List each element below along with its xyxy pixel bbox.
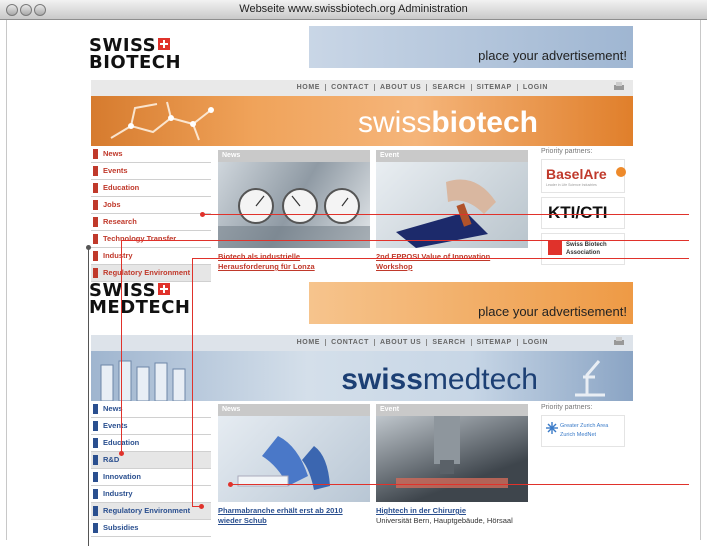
- callout-dot: [200, 212, 205, 217]
- nav-search[interactable]: SEARCH: [427, 339, 472, 346]
- news-link[interactable]: Biotech als industrielle Herausforderung…: [218, 252, 370, 272]
- hero-title: swissbiotech: [357, 106, 538, 139]
- news-panel: News Pharmabranche erhält erst ab 2010 w…: [218, 404, 370, 526]
- nav-login[interactable]: LOGIN: [518, 84, 553, 91]
- sidebar-item-research[interactable]: Research: [91, 214, 211, 231]
- nav-about-us[interactable]: ABOUT US: [375, 339, 428, 346]
- window-title: Webseite www.swissbiotech.org Administra…: [239, 3, 468, 15]
- top-nav: HOME CONTACT ABOUT US SEARCH SITEMAP LOGIN: [91, 80, 633, 96]
- nav-sitemap[interactable]: SITEMAP: [472, 339, 518, 346]
- sidebar-item-news[interactable]: News: [91, 401, 211, 418]
- callout-line-regulatory-vertical: [192, 258, 193, 284]
- callout-line-regulatory: [192, 258, 689, 259]
- callout-line-industry-vertical: [121, 240, 122, 453]
- gza-star-icon: [546, 422, 558, 434]
- nav-about-us[interactable]: ABOUT US: [375, 84, 428, 91]
- sidebar-item-industry[interactable]: Industry: [91, 486, 211, 503]
- test-tubes-graphic: [100, 360, 186, 401]
- callout-dot: [86, 245, 91, 250]
- priority-partners: Priority partners: Greater Zurich Area Zu…: [541, 404, 625, 451]
- partners-heading: Priority partners:: [541, 148, 593, 155]
- swissmedtech-logo[interactable]: SWISS MEDTECH: [89, 282, 191, 318]
- panel-header: Event: [376, 150, 528, 162]
- callout-line-research: [203, 214, 689, 215]
- partner-sba-logo[interactable]: Swiss Biotech Association: [541, 233, 625, 265]
- swissbiotech-hero-banner: swissbiotech: [91, 96, 633, 146]
- callout-line-regulatory-lower: [192, 284, 193, 506]
- priority-partners: Priority partners: BaselAre Leader in Li…: [541, 148, 626, 269]
- partner-kti-logo[interactable]: KTI/CTI: [541, 197, 625, 229]
- sidebar-item-education[interactable]: Education: [91, 180, 211, 197]
- gauges-image[interactable]: [218, 162, 370, 248]
- logo-bottom-text: MEDTECH: [89, 297, 191, 318]
- panel-header: News: [218, 150, 370, 162]
- sidebar-item-news[interactable]: News: [91, 146, 211, 163]
- event-link[interactable]: Hightech in der Chirurgie: [376, 506, 528, 516]
- nav-search[interactable]: SEARCH: [427, 84, 472, 91]
- swiss-cross-icon: [158, 38, 171, 50]
- nav-contact[interactable]: CONTACT: [326, 339, 375, 346]
- partner-baselarea-logo[interactable]: BaselAre Leader in Life Science Industri…: [541, 159, 626, 193]
- panel-header: News: [218, 404, 370, 416]
- news-link[interactable]: Pharmabranche erhält erst ab 2010 wieder…: [218, 506, 370, 526]
- sba-cross-icon: [548, 241, 562, 255]
- sidebar-item-jobs[interactable]: Jobs: [91, 197, 211, 214]
- advertisement-banner[interactable]: place your advertisement!: [309, 26, 633, 68]
- molecule-graphic: [110, 101, 214, 141]
- callout-line-med-industry: [230, 484, 689, 485]
- event-location: Universität Bern, Hauptgebäude, Hörsaal: [376, 516, 513, 525]
- swissmedtech-hero-banner: swissmedtech: [91, 351, 633, 401]
- sidebar-item-education[interactable]: Education: [91, 435, 211, 452]
- sidebar-item-industry[interactable]: Industry: [91, 248, 211, 265]
- ad-text: place your advertisement!: [478, 304, 627, 319]
- window-titlebar: Webseite www.swissbiotech.org Administra…: [0, 0, 707, 20]
- print-icon[interactable]: [613, 82, 625, 92]
- print-icon[interactable]: [613, 337, 625, 347]
- sidebar-item-innovation[interactable]: Innovation: [91, 469, 211, 486]
- ad-text: place your advertisement!: [478, 48, 627, 63]
- callout-dot: [228, 482, 233, 487]
- callout-dot: [119, 451, 124, 456]
- microscope-image[interactable]: [376, 416, 528, 502]
- event-panel: Event 2nd EPPOSI Value of Innovation Wor…: [376, 150, 528, 272]
- partners-heading: Priority partners:: [541, 404, 593, 411]
- event-link[interactable]: 2nd EPPOSI Value of Innovation Workshop: [376, 252, 528, 272]
- nav-sitemap[interactable]: SITEMAP: [472, 84, 518, 91]
- baselarea-dot-icon: [616, 167, 626, 177]
- news-panel: News Biotech als industrielle Herausford…: [218, 150, 370, 272]
- biotech-sidebar: News Events Education Jobs Research Tech…: [91, 146, 211, 282]
- panel-header: Event: [376, 404, 528, 416]
- swissbiotech-logo[interactable]: SWISS BIOTECH: [89, 37, 182, 73]
- microscope-graphic: [575, 360, 605, 397]
- sidebar-item-events[interactable]: Events: [91, 418, 211, 435]
- top-nav: HOME CONTACT ABOUT US SEARCH SITEMAP LOGIN: [91, 335, 633, 351]
- logo-bottom-text: BIOTECH: [89, 52, 182, 73]
- callout-line-regulatory-end: [192, 506, 202, 507]
- nav-contact[interactable]: CONTACT: [326, 84, 375, 91]
- medtech-sidebar: News Events Education R&D Innovation Ind…: [91, 401, 211, 537]
- nav-login[interactable]: LOGIN: [518, 339, 553, 346]
- chip-image[interactable]: [376, 162, 528, 248]
- callout-line-industry: [121, 240, 689, 241]
- advertisement-banner[interactable]: place your advertisement!: [309, 282, 633, 324]
- sidebar-item-events[interactable]: Events: [91, 163, 211, 180]
- nav-home[interactable]: HOME: [292, 84, 327, 91]
- hero-title: swissmedtech: [341, 363, 538, 396]
- lab-gloves-image[interactable]: [218, 416, 370, 502]
- callout-line-left-vertical: [88, 247, 89, 546]
- partner-gza-logo[interactable]: Greater Zurich Area Zurich MedNet: [541, 415, 625, 447]
- event-panel: Event Hightech in der Chirurgie Universi…: [376, 404, 528, 526]
- nav-home[interactable]: HOME: [292, 339, 327, 346]
- sidebar-item-subsidies[interactable]: Subsidies: [91, 520, 211, 537]
- sidebar-item-rnd[interactable]: R&D: [91, 452, 211, 469]
- page-frame: SWISS BIOTECH place your advertisement! …: [6, 20, 701, 540]
- swiss-cross-icon: [158, 283, 171, 295]
